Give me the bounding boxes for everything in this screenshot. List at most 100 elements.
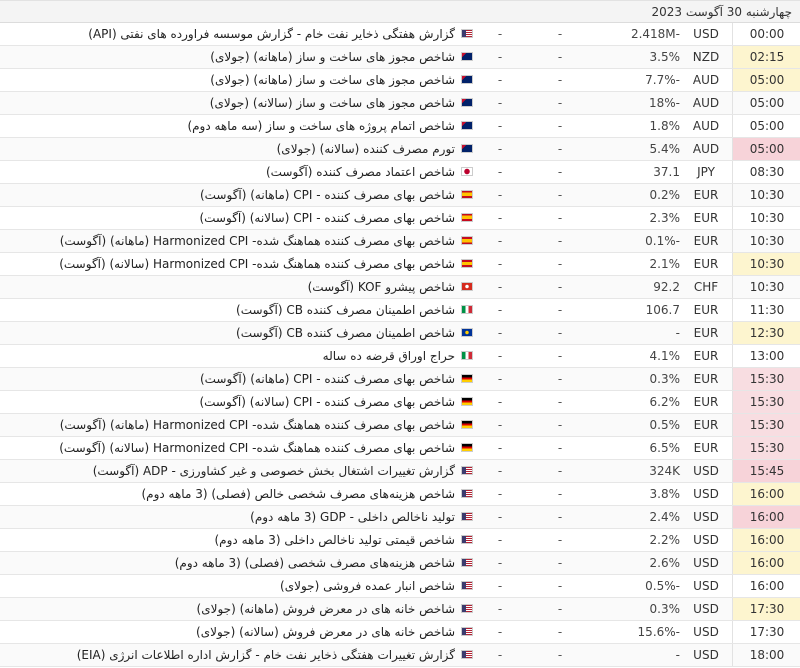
- event-time: 17:30: [732, 621, 800, 643]
- table-row[interactable]: 08:30 JPY 37.1 - - شاخص اعتماد مصرف کننده (آگ…: [0, 161, 800, 184]
- table-row[interactable]: 15:30 EUR 6.2% - - شاخص بهای مصرف کننده - CPI…: [0, 391, 800, 414]
- event-time: 12:30: [732, 322, 800, 344]
- event-forecast: -: [557, 487, 563, 501]
- table-row[interactable]: 16:00 USD 0.5%- - - شاخص انبار عمده فروشی (جو…: [0, 575, 800, 598]
- table-row[interactable]: 10:30 EUR 0.2% - - شاخص بهای مصرف کننده - CPI…: [0, 184, 800, 207]
- event-currency: AUD: [692, 73, 720, 87]
- event-forecast: -: [557, 96, 563, 110]
- country-flag-icon: [461, 190, 473, 199]
- table-row[interactable]: 10:30 EUR 2.3% - - شاخص بهای مصرف کننده - CPI…: [0, 207, 800, 230]
- event-forecast: -: [557, 119, 563, 133]
- table-row[interactable]: 05:00 AUD 1.8% - - شاخص اتمام پروژه های ساخت …: [0, 115, 800, 138]
- table-row[interactable]: 15:30 EUR 6.5% - - شاخص بهای مصرف کننده هماهن…: [0, 437, 800, 460]
- event-previous: -: [497, 395, 503, 409]
- event-name: شاخص مجوز های ساخت و ساز (ماهانه) (جولای…: [210, 50, 455, 64]
- event-name: شاخص خانه های در معرض فروش (سالانه) (جول…: [196, 625, 455, 639]
- event-previous: -: [497, 96, 503, 110]
- event-time: 10:30: [732, 230, 800, 252]
- event-actual: 6.5%: [649, 441, 681, 455]
- country-flag-icon: [461, 167, 473, 176]
- table-row[interactable]: 00:00 USD 2.418M- - - گزارش هفتگی ذخایر نفت خ…: [0, 23, 800, 46]
- event-name: تورم مصرف کننده (سالانه) (جولای): [276, 142, 455, 156]
- event-name: حراج اوراق قرضه ده ساله: [322, 349, 455, 363]
- event-time: 15:45: [732, 460, 800, 482]
- event-currency: EUR: [693, 257, 719, 271]
- event-actual: 1.8%: [649, 119, 681, 133]
- table-row[interactable]: 17:30 USD 0.3% - - شاخص خانه های در معرض فروش…: [0, 598, 800, 621]
- event-forecast: -: [557, 418, 563, 432]
- event-name: شاخص بهای مصرف کننده هماهنگ شده- Harmoni…: [59, 257, 455, 271]
- event-forecast: -: [557, 50, 563, 64]
- event-name: شاخص مجوز های ساخت و ساز (ماهانه) (جولای…: [210, 73, 455, 87]
- event-name: شاخص انبار عمده فروشی (جولای): [280, 579, 455, 593]
- event-actual: -: [675, 326, 680, 340]
- event-currency: JPY: [697, 165, 715, 179]
- event-forecast: -: [557, 625, 563, 639]
- table-row[interactable]: 17:30 USD 15.6%- - - شاخص خانه های در معرض فر…: [0, 621, 800, 644]
- event-forecast: -: [557, 188, 563, 202]
- table-row[interactable]: 12:30 EUR - - - شاخص اطمینان مصرف کننده CB (آ…: [0, 322, 800, 345]
- event-forecast: -: [557, 395, 563, 409]
- event-currency: EUR: [693, 441, 719, 455]
- event-previous: -: [497, 234, 503, 248]
- table-row[interactable]: 05:00 AUD 7.7%- - - شاخص مجوز های ساخت و ساز …: [0, 69, 800, 92]
- event-time: 05:00: [732, 138, 800, 160]
- country-flag-icon: [461, 213, 473, 222]
- table-row[interactable]: 11:30 EUR 106.7 - - شاخص اطمینان مصرف کننده C…: [0, 299, 800, 322]
- event-actual: 0.5%-: [645, 579, 680, 593]
- table-row[interactable]: 15:30 EUR 0.5% - - شاخص بهای مصرف کننده هماهن…: [0, 414, 800, 437]
- event-currency: USD: [693, 625, 719, 639]
- event-previous: -: [497, 625, 503, 639]
- event-previous: -: [497, 556, 503, 570]
- table-row[interactable]: 13:00 EUR 4.1% - - حراج اوراق قرضه ده ساله: [0, 345, 800, 368]
- event-time: 15:30: [732, 368, 800, 390]
- country-flag-icon: [461, 581, 473, 590]
- event-time: 05:00: [732, 115, 800, 137]
- table-row[interactable]: 16:00 USD 2.2% - - شاخص قیمتی تولید ناخالص دا…: [0, 529, 800, 552]
- event-actual: 7.7%-: [645, 73, 680, 87]
- event-name: شاخص بهای مصرف کننده هماهنگ شده- Harmoni…: [59, 418, 455, 432]
- event-forecast: -: [557, 165, 563, 179]
- table-row[interactable]: 16:00 USD 2.6% - - شاخص هزینه‌های مصرف شخصی (…: [0, 552, 800, 575]
- event-currency: USD: [693, 648, 719, 662]
- event-actual: 37.1: [653, 165, 680, 179]
- event-name: شاخص بهای مصرف کننده هماهنگ شده- Harmoni…: [59, 234, 455, 248]
- event-time: 16:00: [732, 552, 800, 574]
- event-name: شاخص اطمینان مصرف کننده CB (آگوست): [236, 326, 455, 340]
- event-time: 05:00: [732, 69, 800, 91]
- event-actual: 0.3%: [649, 372, 681, 386]
- event-time: 08:30: [732, 161, 800, 183]
- table-row[interactable]: 18:00 USD - - - گزارش تغییرات هفتگی ذخایر نفت…: [0, 644, 800, 667]
- event-previous: -: [497, 372, 503, 386]
- event-currency: USD: [693, 602, 719, 616]
- event-currency: USD: [693, 487, 719, 501]
- event-actual: 0.3%: [649, 602, 681, 616]
- event-name: شاخص پیشرو KOF (آگوست): [307, 280, 455, 294]
- table-row[interactable]: 15:30 EUR 0.3% - - شاخص بهای مصرف کننده - CPI…: [0, 368, 800, 391]
- event-actual: 92.2: [653, 280, 680, 294]
- event-currency: USD: [693, 533, 719, 547]
- event-time: 17:30: [732, 598, 800, 620]
- event-previous: -: [497, 441, 503, 455]
- event-previous: -: [497, 303, 503, 317]
- table-row[interactable]: 10:30 EUR 2.1% - - شاخص بهای مصرف کننده هماهن…: [0, 253, 800, 276]
- table-row[interactable]: 16:00 USD 2.4% - - تولید ناخالص داخلی - GDP (…: [0, 506, 800, 529]
- event-forecast: -: [557, 27, 563, 41]
- table-row[interactable]: 02:15 NZD 3.5% - - شاخص مجوز های ساخت و ساز (…: [0, 46, 800, 69]
- country-flag-icon: [461, 420, 473, 429]
- event-actual: 2.2%: [649, 533, 681, 547]
- event-time: 13:00: [732, 345, 800, 367]
- event-currency: EUR: [693, 211, 719, 225]
- country-flag-icon: [461, 512, 473, 521]
- table-row[interactable]: 10:30 EUR 0.1%- - - شاخص بهای مصرف کننده هماه…: [0, 230, 800, 253]
- event-actual: 6.2%: [649, 395, 681, 409]
- table-row[interactable]: 05:00 AUD 18%- - - شاخص مجوز های ساخت و ساز (…: [0, 92, 800, 115]
- country-flag-icon: [461, 121, 473, 130]
- event-previous: -: [497, 326, 503, 340]
- event-time: 10:30: [732, 184, 800, 206]
- table-row[interactable]: 05:00 AUD 5.4% - - تورم مصرف کننده (سالانه) (…: [0, 138, 800, 161]
- table-row[interactable]: 10:30 CHF 92.2 - - شاخص پیشرو KOF (آگوست): [0, 276, 800, 299]
- table-row[interactable]: 16:00 USD 3.8% - - شاخص هزینه‌های مصرف شخصی خ…: [0, 483, 800, 506]
- table-row[interactable]: 15:45 USD 324K - - گزارش تغییرات اشتغال بخش خ…: [0, 460, 800, 483]
- event-previous: -: [497, 50, 503, 64]
